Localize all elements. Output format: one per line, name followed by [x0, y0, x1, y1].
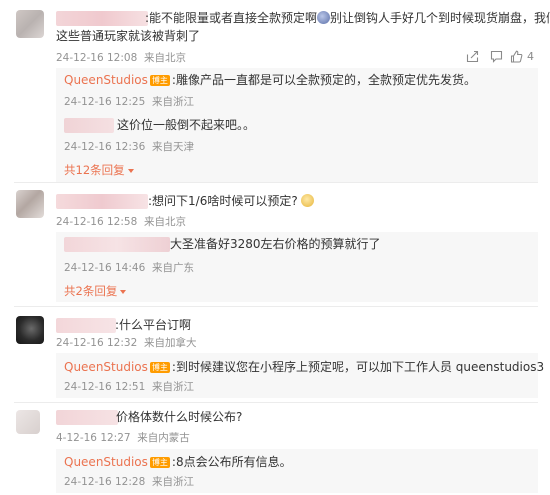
reply-location: 来自广东: [151, 262, 194, 274]
blogger-badge: 博主: [149, 75, 170, 86]
comment-text: :什么平台订啊: [115, 318, 192, 332]
comment-text-part1: :能不能限量或者直接全款预定啊: [145, 11, 318, 25]
comment-text-line2: 这些普通玩家就该被背刺了: [56, 29, 201, 43]
reply-item: QueenStudios 博主:到时候建议您在小程序上预定呢，可以加下工作人员 q…: [64, 359, 544, 376]
reply-username[interactable]: QueenStudios: [64, 73, 148, 87]
reply-time: 24-12-16 14:46: [64, 262, 146, 274]
divider: [14, 306, 538, 307]
reply-text: :雕像产品一直都是可以全款预定的，全款预定优先发货。: [171, 73, 476, 87]
reply-meta: 24-12-16 14:46 来自广东: [64, 261, 194, 275]
avatar[interactable]: [16, 190, 44, 218]
reply-item: QueenStudios 博主:雕像产品一直都是可以全款预定的，全款预定优先发货。: [64, 72, 476, 89]
comment-meta: 4-12-16 12:27 来自内蒙古: [56, 431, 190, 445]
reply-meta: 24-12-16 12:36 来自天津: [64, 140, 194, 154]
emoji-icon: [317, 11, 331, 24]
reply-item: QueenStudios 博主:8点会公布所有信息。: [64, 454, 292, 471]
comment-meta: 24-12-16 12:08 来自北京: [56, 51, 186, 65]
username-blurred[interactable]: [56, 318, 116, 333]
avatar[interactable]: [16, 10, 44, 38]
reply-username[interactable]: QueenStudios: [64, 455, 148, 469]
reply-username[interactable]: QueenStudios: [64, 360, 148, 374]
comment-location: 来自北京: [143, 52, 186, 64]
comment-time: 24-12-16 12:58: [56, 216, 138, 228]
reply-meta: 24-12-16 12:28 来自浙江: [64, 475, 194, 489]
comment-text: :想问下1/6啥时候可以预定?: [148, 193, 314, 210]
comment-meta: 24-12-16 12:58 来自北京: [56, 215, 186, 229]
reply-time: 24-12-16 12:25: [64, 96, 146, 108]
like-icon[interactable]: [510, 50, 523, 63]
comment-text: :能不能限量或者直接全款预定啊 别让倒钩人手好几个到时候现货崩盘，我们: [145, 10, 550, 27]
blogger-badge: 博主: [149, 362, 170, 373]
divider: [14, 182, 538, 183]
reply-meta: 24-12-16 12:51 来自浙江: [64, 380, 194, 394]
reply-location: 来自浙江: [151, 96, 194, 108]
chevron-down-icon: [127, 168, 134, 173]
reply-meta: 24-12-16 12:25 来自浙江: [64, 95, 194, 109]
emoji-icon: [300, 194, 314, 207]
comment-meta: 24-12-16 12:32 来自加拿大: [56, 336, 196, 350]
reply-text: :8点会公布所有信息。: [171, 455, 292, 469]
reply-location: 来自浙江: [151, 476, 194, 488]
share-icon[interactable]: [466, 50, 479, 63]
reply-username-blurred[interactable]: [64, 118, 114, 133]
more-replies-label: 共2条回复: [64, 284, 118, 298]
divider: [14, 402, 538, 403]
more-replies-link[interactable]: 共12条回复: [64, 163, 134, 178]
comment-time: 4-12-16 12:27: [56, 432, 131, 444]
avatar[interactable]: [16, 410, 40, 434]
reply-username-blurred[interactable]: [64, 237, 170, 252]
comment-time: 24-12-16 12:32: [56, 337, 138, 349]
comment-text-part2: 别让倒钩人手好几个到时候现货崩盘，我们: [330, 11, 550, 25]
comment-text: 价格体数什么时候公布?: [116, 410, 243, 424]
more-replies-link[interactable]: 共2条回复: [64, 284, 127, 299]
avatar[interactable]: [16, 316, 44, 344]
more-replies-label: 共12条回复: [64, 163, 125, 177]
comment-location: 来自北京: [143, 216, 186, 228]
comment-icon[interactable]: [490, 50, 503, 63]
reply-time: 24-12-16 12:28: [64, 476, 146, 488]
reply-time: 24-12-16 12:36: [64, 141, 146, 153]
comment-location: 来自加拿大: [143, 337, 197, 349]
username-blurred[interactable]: [56, 410, 118, 425]
blogger-badge: 博主: [149, 457, 170, 468]
comment-text-part1: :想问下1/6啥时候可以预定?: [148, 194, 298, 208]
like-count: 4: [527, 50, 534, 63]
reply-text: 这价位一般倒不起来吧。。: [117, 118, 256, 132]
reply-text: 大圣准备好3280左右价格的预算就行了: [170, 237, 381, 251]
reply-time: 24-12-16 12:51: [64, 381, 146, 393]
chevron-down-icon: [120, 289, 127, 294]
reply-location: 来自天津: [151, 141, 194, 153]
comment-location: 来自内蒙古: [137, 432, 190, 444]
reply-text: :到时候建议您在小程序上预定呢，可以加下工作人员 queenstudios3: [171, 360, 545, 374]
reply-location: 来自浙江: [151, 381, 194, 393]
comment-time: 24-12-16 12:08: [56, 52, 138, 64]
username-blurred[interactable]: [56, 11, 148, 26]
username-blurred[interactable]: [56, 194, 148, 209]
